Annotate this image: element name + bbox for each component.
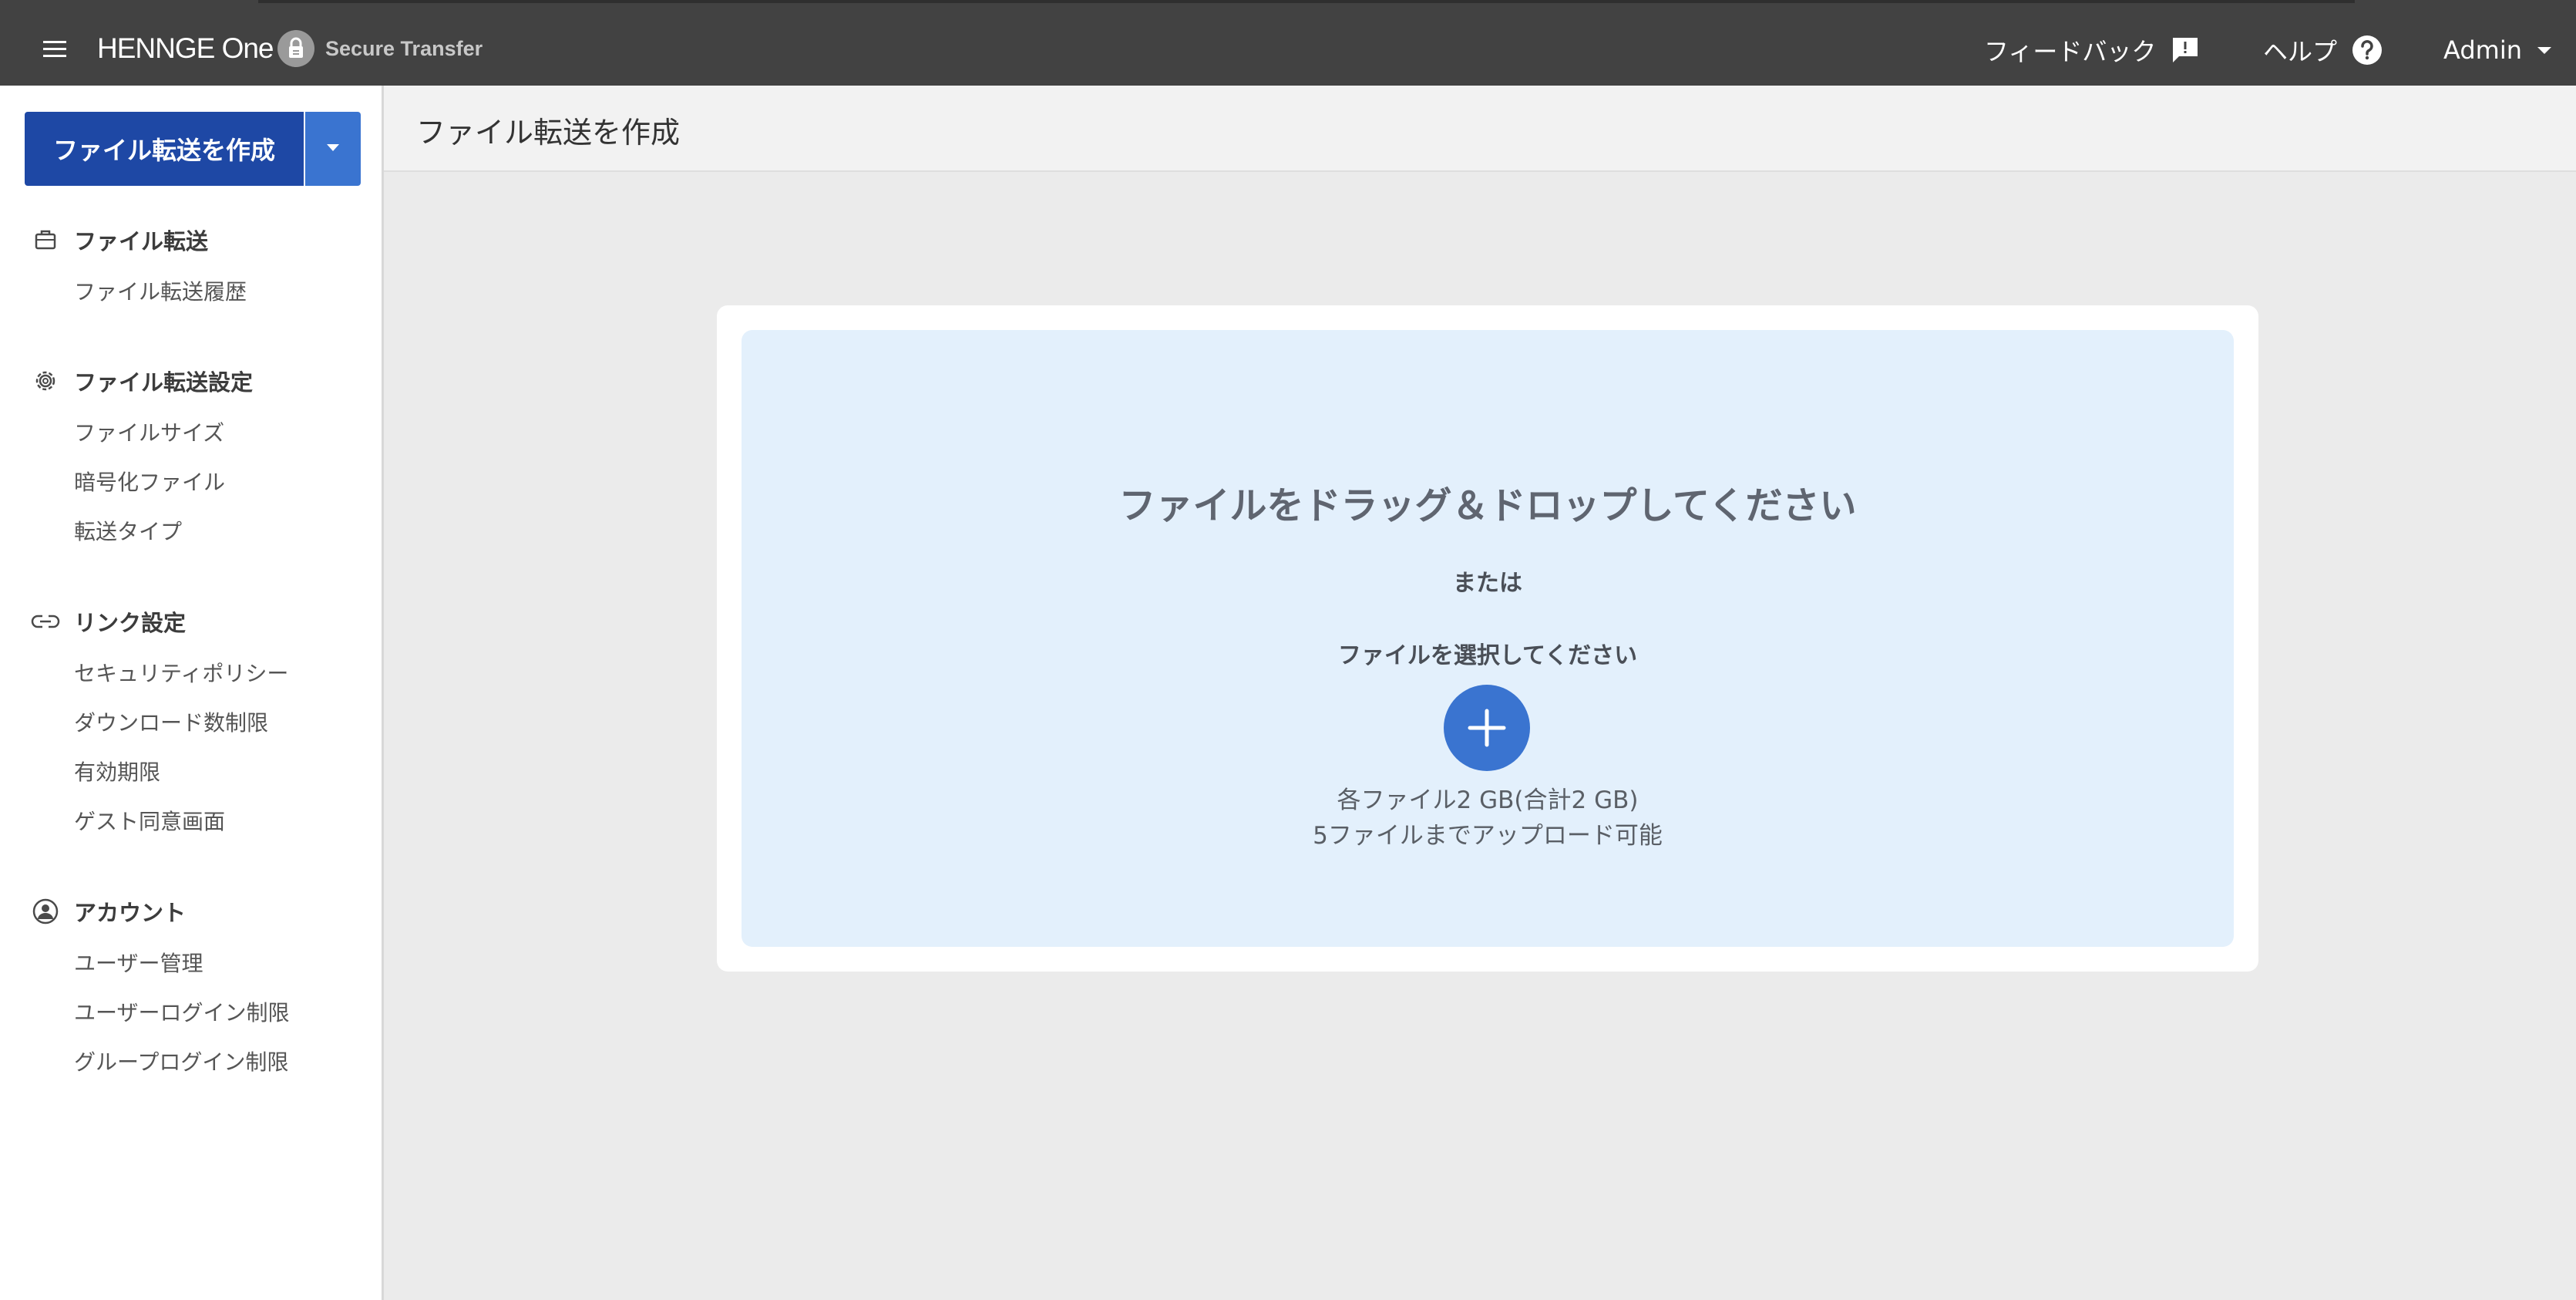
sidebar-item-user-management[interactable]: ユーザー管理 <box>74 947 203 978</box>
feedback-icon <box>2170 35 2201 66</box>
account-circle-icon <box>31 897 60 926</box>
sidebar-item-user-login-restriction[interactable]: ユーザーログイン制限 <box>74 996 289 1027</box>
create-transfer-button[interactable]: ファイル転送を作成 <box>25 112 304 186</box>
top-edge-line <box>258 0 2355 3</box>
nav-section-link-settings: リンク設定 <box>31 606 186 637</box>
caret-down-icon <box>2536 45 2553 56</box>
dropzone-title: ファイルをドラッグ＆ドロップしてください <box>1118 484 1857 527</box>
nav-section-title: ファイル転送設定 <box>74 369 254 396</box>
add-file-button[interactable] <box>1444 685 1530 771</box>
sidebar-item-file-size[interactable]: ファイルサイズ <box>74 416 224 447</box>
user-menu-button[interactable]: Admin <box>2443 31 2553 69</box>
sidebar-item-transfer-type[interactable]: 転送タイプ <box>74 515 182 546</box>
henngeone-logo: HENNGE One <box>97 32 274 64</box>
caret-down-icon <box>327 144 339 151</box>
nav-section-transfer-settings: ファイル転送設定 <box>31 365 253 396</box>
nav-section-file-transfer: ファイル転送 <box>31 224 208 255</box>
product-name: Secure Transfer <box>325 37 483 60</box>
hamburger-menu-icon[interactable] <box>43 41 66 58</box>
help-label: ヘルプ <box>2263 37 2338 66</box>
feedback-label: フィードバック <box>1984 37 2157 66</box>
sidebar-item-expiration[interactable]: 有効期限 <box>74 756 160 786</box>
page-header: ファイル転送を作成 <box>384 86 2576 172</box>
sidebar-item-transfer-history[interactable]: ファイル転送履歴 <box>74 275 247 306</box>
nav-section-account: アカウント <box>31 896 186 927</box>
create-transfer-dropdown-button[interactable] <box>305 112 361 186</box>
top-app-bar: HENNGE One Secure Transfer フィードバック ヘルプ A… <box>0 0 2576 86</box>
secure-transfer-lock-icon <box>277 30 314 67</box>
feedback-button[interactable]: フィードバック <box>1984 31 2201 69</box>
sidebar-item-encrypted-file[interactable]: 暗号化ファイル <box>74 466 225 497</box>
upload-card: ファイルをドラッグ＆ドロップしてください または ファイルを選択してください 各… <box>717 305 2258 972</box>
page-title: ファイル転送を作成 <box>416 116 681 150</box>
link-icon <box>31 607 60 636</box>
nav-section-title: アカウント <box>74 900 187 926</box>
dropzone-select-text: ファイルを選択してください <box>1337 642 1638 669</box>
file-count-limit-text: 5ファイルまでアップロード可能 <box>1313 822 1663 850</box>
sidebar-item-guest-consent[interactable]: ゲスト同意画面 <box>74 805 225 836</box>
file-dropzone[interactable]: ファイルをドラッグ＆ドロップしてください または ファイルを選択してください 各… <box>742 330 2234 947</box>
sidebar: ファイル転送を作成 ファイル転送 ファイル転送履歴 ファイル転送設定 ファイルサ… <box>0 86 384 1300</box>
nav-section-title: リンク設定 <box>74 610 187 636</box>
sidebar-item-security-policy[interactable]: セキュリティポリシー <box>74 657 288 688</box>
nav-section-title: ファイル転送 <box>74 228 209 254</box>
user-name: Admin <box>2443 35 2522 65</box>
sidebar-item-download-limit[interactable]: ダウンロード数制限 <box>74 706 268 737</box>
file-size-limit-text: 各ファイル2 GB(合計2 GB) <box>1337 786 1639 814</box>
help-button[interactable]: ヘルプ <box>2263 31 2383 69</box>
help-icon <box>2351 34 2383 66</box>
dropzone-or-text: または <box>1453 570 1522 597</box>
briefcase-icon <box>31 225 60 254</box>
plus-icon <box>1468 709 1506 747</box>
sidebar-item-group-login-restriction[interactable]: グループログイン制限 <box>74 1046 288 1076</box>
gear-icon <box>31 366 60 396</box>
